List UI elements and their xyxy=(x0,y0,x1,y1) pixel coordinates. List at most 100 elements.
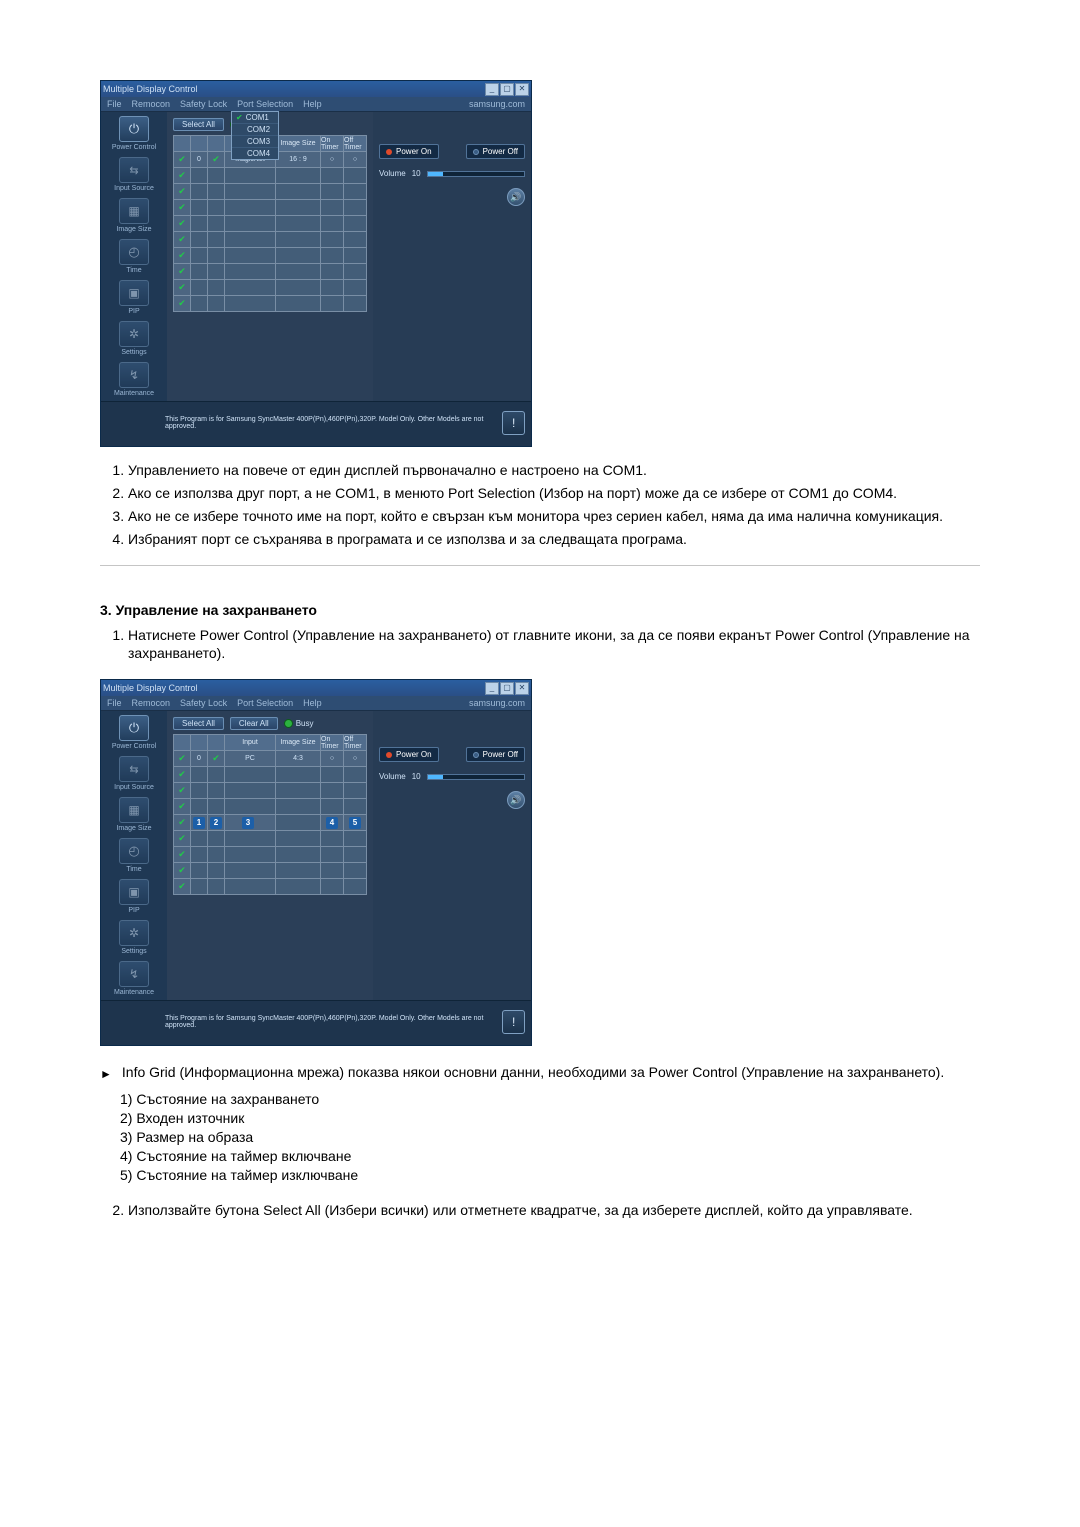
sidebar-item-pip[interactable]: PIP xyxy=(103,280,165,315)
settings-icon xyxy=(119,920,149,946)
menubar: File Remocon Safety Lock Port Selection … xyxy=(101,696,531,711)
row-checkbox[interactable] xyxy=(174,767,190,782)
grid-header-check xyxy=(174,136,190,151)
settings-icon xyxy=(119,321,149,347)
volume-slider[interactable] xyxy=(427,171,525,177)
instructions-list-1: Управлението на повече от един дисплей п… xyxy=(100,461,980,549)
sidebar-item-maintenance[interactable]: Maintenance xyxy=(103,362,165,397)
sidebar-item-settings[interactable]: Settings xyxy=(103,920,165,955)
row-checkbox[interactable] xyxy=(174,184,190,199)
row-power-state xyxy=(208,152,224,167)
row-ontimer: ○ xyxy=(321,152,343,167)
menu-safety-lock[interactable]: Safety Lock xyxy=(180,698,227,708)
warning-icon: ! xyxy=(502,1010,525,1034)
input-source-icon xyxy=(119,756,149,782)
list-item: Използвайте бутона Select All (Избери вс… xyxy=(128,1201,980,1220)
com-option-4[interactable]: COM4 xyxy=(232,148,278,159)
sidebar-item-power[interactable]: Power Control xyxy=(103,715,165,750)
sidebar-item-pip[interactable]: PIP xyxy=(103,879,165,914)
com-option-3[interactable]: COM3 xyxy=(232,136,278,148)
image-size-icon xyxy=(119,198,149,224)
close-button[interactable]: ✕ xyxy=(515,682,529,695)
app-screenshot-2: Multiple Display Control _ ▢ ✕ File Remo… xyxy=(100,679,532,1046)
row-checkbox[interactable] xyxy=(174,847,190,862)
menu-safety-lock[interactable]: Safety Lock xyxy=(180,99,227,109)
power-icon xyxy=(119,715,149,741)
row-size: 16 : 9 xyxy=(276,152,320,167)
sidebar-item-power[interactable]: Power Control xyxy=(103,116,165,151)
mute-button[interactable]: 🔊 xyxy=(507,188,525,206)
status-link[interactable]: samsung.com xyxy=(469,698,525,708)
row-checkbox[interactable] xyxy=(174,751,190,766)
row-checkbox[interactable] xyxy=(174,200,190,215)
sidebar-item-settings[interactable]: Settings xyxy=(103,321,165,356)
menu-port-selection[interactable]: Port Selection xyxy=(237,698,293,708)
mute-button[interactable]: 🔊 xyxy=(507,791,525,809)
sidebar-item-time[interactable]: Time xyxy=(103,239,165,274)
row-checkbox[interactable] xyxy=(174,216,190,231)
row-checkbox[interactable] xyxy=(174,152,190,167)
power-off-button[interactable]: Power Off xyxy=(466,747,525,762)
row-checkbox[interactable] xyxy=(174,863,190,878)
select-all-button[interactable]: Select All xyxy=(173,717,224,730)
row-checkbox[interactable] xyxy=(174,232,190,247)
row-checkbox[interactable] xyxy=(174,831,190,846)
menu-file[interactable]: File xyxy=(107,99,122,109)
grid-header-id xyxy=(191,136,207,151)
instructions-list-3: Използвайте бутона Select All (Избери вс… xyxy=(100,1201,980,1220)
menu-remocon[interactable]: Remocon xyxy=(132,99,171,109)
grid-header-on: On Timer xyxy=(321,136,343,151)
row-checkbox[interactable] xyxy=(174,168,190,183)
callout-4: 4 xyxy=(326,817,338,829)
clear-all-button[interactable]: Clear All xyxy=(230,717,278,730)
sidebar-item-input[interactable]: Input Source xyxy=(103,756,165,791)
volume-label: Volume xyxy=(379,772,406,781)
status-link[interactable]: samsung.com xyxy=(469,99,525,109)
minimize-button[interactable]: _ xyxy=(485,83,499,96)
power-on-button[interactable]: Power On xyxy=(379,747,439,762)
menu-file[interactable]: File xyxy=(107,698,122,708)
menu-port-selection[interactable]: Port Selection xyxy=(237,99,293,109)
power-off-button[interactable]: Power Off xyxy=(466,144,525,159)
port-selection-dropdown[interactable]: COM1 COM2 COM3 COM4 xyxy=(231,111,279,160)
row-checkbox[interactable] xyxy=(174,264,190,279)
row-checkbox[interactable] xyxy=(174,248,190,263)
com-option-2[interactable]: COM2 xyxy=(232,124,278,136)
menu-help[interactable]: Help xyxy=(303,99,322,109)
minimize-button[interactable]: _ xyxy=(485,682,499,695)
window-title: Multiple Display Control xyxy=(103,683,198,693)
sidebar-item-input[interactable]: Input Source xyxy=(103,157,165,192)
select-all-button[interactable]: Select All xyxy=(173,118,224,131)
callout-3: 3 xyxy=(242,817,254,829)
menu-remocon[interactable]: Remocon xyxy=(132,698,171,708)
list-item: Натиснете Power Control (Управление на з… xyxy=(128,626,980,664)
power-on-button[interactable]: Power On xyxy=(379,144,439,159)
sidebar-item-image[interactable]: Image Size xyxy=(103,797,165,832)
callout-2: 2 xyxy=(210,817,222,829)
close-button[interactable]: ✕ xyxy=(515,83,529,96)
legend-item: 1) Състояние на захранването xyxy=(120,1091,980,1107)
sidebar-item-maintenance[interactable]: Maintenance xyxy=(103,961,165,996)
maximize-button[interactable]: ▢ xyxy=(500,682,514,695)
row-checkbox[interactable] xyxy=(174,879,190,894)
image-size-icon xyxy=(119,797,149,823)
app-footer: This Program is for Samsung SyncMaster 4… xyxy=(101,1000,531,1045)
time-icon xyxy=(119,239,149,265)
com-option-1[interactable]: COM1 xyxy=(232,112,278,124)
info-grid-area: Select All Clear All Busy Input Image Si… xyxy=(167,711,373,1000)
row-checkbox[interactable] xyxy=(174,783,190,798)
list-item: Ако се използва друг порт, а не COM1, в … xyxy=(128,484,980,503)
row-checkbox[interactable] xyxy=(174,815,190,830)
instructions-list-2: Натиснете Power Control (Управление на з… xyxy=(100,626,980,664)
row-id: 0 xyxy=(191,152,207,167)
row-checkbox[interactable] xyxy=(174,296,190,311)
sidebar-item-image[interactable]: Image Size xyxy=(103,198,165,233)
menu-help[interactable]: Help xyxy=(303,698,322,708)
volume-value: 10 xyxy=(412,772,421,781)
callout-legend: 1) Състояние на захранването 2) Входен и… xyxy=(120,1091,980,1183)
row-checkbox[interactable] xyxy=(174,799,190,814)
maximize-button[interactable]: ▢ xyxy=(500,83,514,96)
row-checkbox[interactable] xyxy=(174,280,190,295)
sidebar-item-time[interactable]: Time xyxy=(103,838,165,873)
volume-slider[interactable] xyxy=(427,774,525,780)
